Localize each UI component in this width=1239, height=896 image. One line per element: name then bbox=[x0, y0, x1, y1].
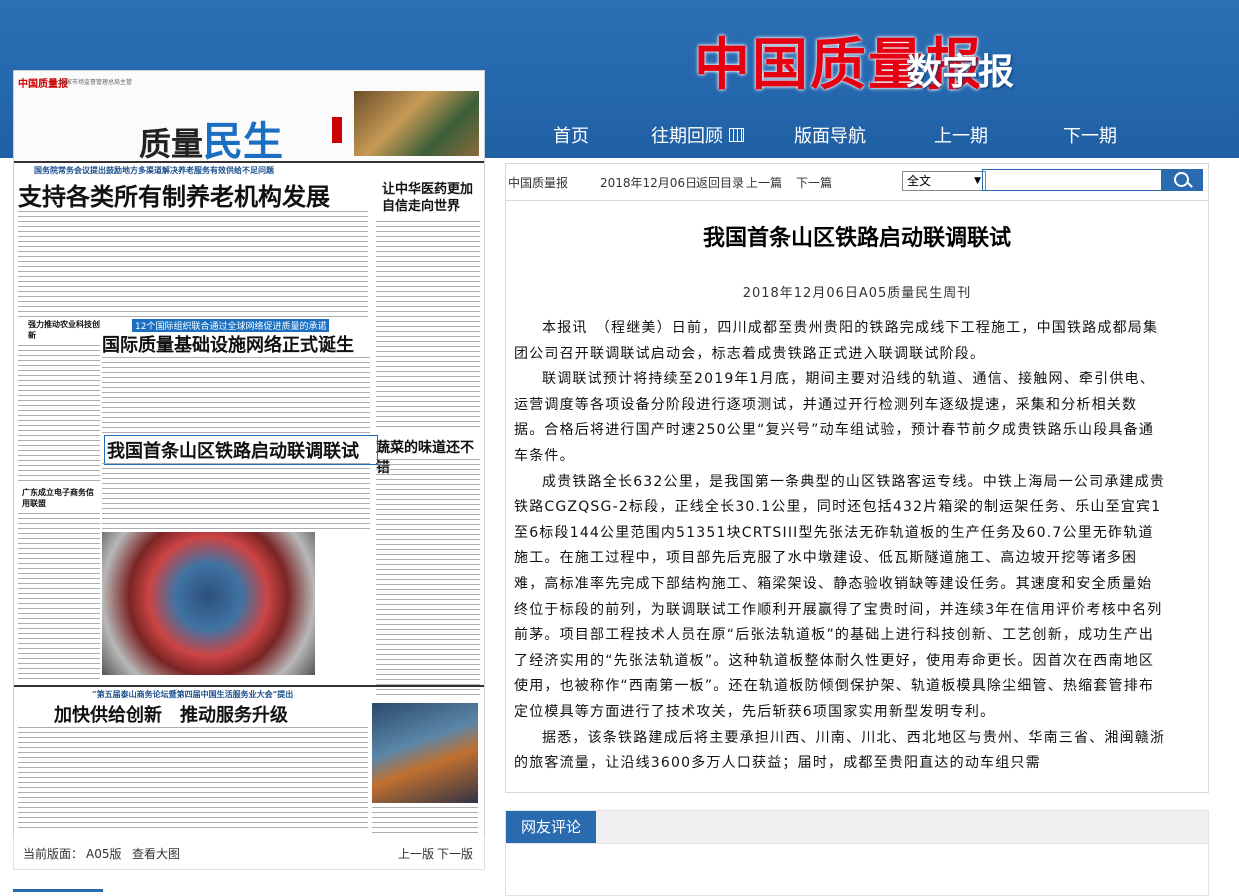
article-toolbar: 中国质量报 2018年12月06日 返回目录 上一篇 下一篇 全文 ▼ bbox=[506, 164, 1208, 201]
article-text-block[interactable] bbox=[102, 463, 370, 529]
article-dateline: 2018年12月06日A05质量民生周刊 bbox=[742, 286, 972, 301]
nav-archive-label: 往期回顾 bbox=[651, 126, 723, 147]
page-rule bbox=[14, 685, 484, 687]
article-paragraph: 据悉，该条铁路建成后将主要承担川西、川南、川北、西北地区与贵州、华南三省、湘闽赣… bbox=[514, 729, 1166, 772]
dropdown-arrow-icon: ▼ bbox=[974, 176, 981, 186]
headline-article[interactable]: 支持各类所有制养老机构发展 bbox=[18, 177, 368, 212]
article-text-block[interactable] bbox=[372, 807, 478, 833]
headline-kicker[interactable]: “第五届泰山商务论坛暨第四届中国生活服务业大会”提出 bbox=[92, 689, 372, 700]
article-title: 我国首条山区铁路启动联调联试 bbox=[702, 226, 1011, 251]
newspaper-page[interactable]: 中国质量报 国家市场监督管理总局主管 质量民生 国务院常务会议提出鼓励地方多渠道… bbox=[13, 70, 485, 837]
main-nav: 首页 往期回顾 版面导航 上一期 下一期 bbox=[505, 122, 1235, 152]
view-large-link[interactable]: 查看大图 bbox=[132, 845, 180, 862]
article-text-block[interactable] bbox=[376, 221, 480, 431]
back-to-toc-link[interactable]: 返回目录 bbox=[696, 174, 744, 191]
article-paragraph: 成贵铁路全长632公里，是我国第一条典型的山区铁路客运专线。中铁上海局一公司承建… bbox=[514, 473, 1166, 720]
side-headline[interactable]: 强力推动农业科技创新 bbox=[28, 319, 103, 341]
article-paragraph: 联调联试预计将持续至2019年1月底，期间主要对沿线的轨道、通信、接触网、牵引供… bbox=[514, 371, 1155, 464]
section-emphasis: 民生 bbox=[203, 118, 284, 165]
page-side-photo[interactable] bbox=[372, 703, 478, 803]
search-input[interactable] bbox=[982, 169, 1162, 191]
next-page-link[interactable]: 下一版 bbox=[437, 845, 473, 862]
search-icon-handle bbox=[1187, 182, 1193, 188]
comments-section: 网友评论 bbox=[505, 810, 1209, 896]
headline-article[interactable]: 国际质量基础设施网络正式诞生 bbox=[102, 331, 372, 357]
page-masthead-sub: 国家市场监督管理总局主管 bbox=[60, 79, 133, 86]
page-main-photo[interactable] bbox=[102, 532, 315, 675]
headline-kicker[interactable]: 国务院常务会议提出鼓励地方多渠道解决养老服务有效供给不足问题 bbox=[34, 165, 364, 176]
page-rule bbox=[14, 161, 484, 163]
page-section-title: 质量民生 bbox=[139, 109, 283, 167]
nav-next-issue[interactable]: 下一期 bbox=[1063, 122, 1117, 148]
search-scope-select[interactable]: 全文 ▼ bbox=[902, 171, 986, 191]
headline-article[interactable]: 让中华医药更加自信走向世界 bbox=[382, 181, 480, 215]
current-page-label: 当前版面： bbox=[23, 847, 84, 861]
nav-home[interactable]: 首页 bbox=[553, 122, 589, 148]
headline-article[interactable]: 加快供给创新 推动服务升级 bbox=[54, 701, 364, 727]
nav-archive[interactable]: 往期回顾 bbox=[651, 122, 744, 148]
article-body: 本报讯 （程继美）日前，四川成都至贵州贵阳的铁路完成线下工程施工，中国铁路成都局… bbox=[514, 316, 1166, 788]
article-text-block[interactable] bbox=[18, 345, 100, 485]
current-page-value: A05版 bbox=[86, 847, 122, 861]
headline-article-selected[interactable]: 我国首条山区铁路启动联调联试 bbox=[104, 435, 378, 465]
prev-article-link[interactable]: 上一篇 bbox=[746, 174, 782, 191]
source-label: 中国质量报 bbox=[508, 176, 569, 190]
calendar-icon[interactable] bbox=[729, 128, 744, 142]
page-masthead-area: 中国质量报 国家市场监督管理总局主管 质量民生 bbox=[14, 71, 484, 165]
page-footer: 当前版面： A05版 查看大图 上一版 下一版 bbox=[13, 835, 485, 870]
article-paragraph: 本报讯 （程继美）日前，四川成都至贵州贵阳的铁路完成线下工程施工，中国铁路成都局… bbox=[514, 320, 1159, 362]
search-icon bbox=[1174, 172, 1189, 187]
footer-accent bbox=[13, 889, 103, 892]
page-top-photo bbox=[354, 91, 479, 156]
search-button[interactable] bbox=[1161, 169, 1203, 191]
side-headline[interactable]: 广东成立电子商务信用联盟 bbox=[22, 487, 98, 509]
article-text-block[interactable] bbox=[18, 513, 100, 683]
section-prefix: 质量 bbox=[139, 125, 204, 163]
page-red-tag bbox=[332, 117, 342, 143]
article-text-block[interactable] bbox=[18, 211, 368, 319]
search-scope-value: 全文 bbox=[907, 174, 932, 188]
article-panel: 中国质量报 2018年12月06日 返回目录 上一篇 下一篇 全文 ▼ 我国首条山… bbox=[505, 163, 1209, 793]
article-text-block[interactable] bbox=[376, 459, 480, 695]
site-logo-suffix: 数字报 bbox=[906, 52, 1015, 93]
prev-page-link[interactable]: 上一版 bbox=[398, 845, 434, 862]
issue-date: 2018年12月06日 bbox=[600, 176, 698, 190]
article-text-block[interactable] bbox=[18, 727, 368, 831]
tab-comments[interactable]: 网友评论 bbox=[506, 811, 596, 843]
article-text-block[interactable] bbox=[102, 357, 370, 435]
nav-prev-issue[interactable]: 上一期 bbox=[934, 122, 988, 148]
comments-bar: 网友评论 bbox=[506, 811, 1208, 844]
next-article-link[interactable]: 下一篇 bbox=[796, 174, 832, 191]
nav-layout[interactable]: 版面导航 bbox=[794, 122, 866, 148]
